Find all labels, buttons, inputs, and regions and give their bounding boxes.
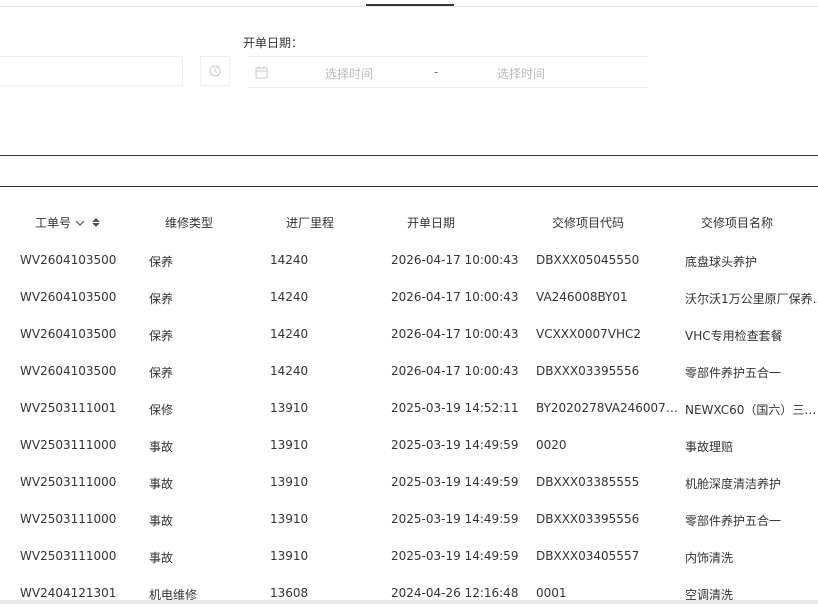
cell-item-code: DBXXX05045550 [536,253,640,267]
header-mileage: 进厂里程 [286,216,335,230]
table-top-border [0,186,818,187]
cell-item-name: NEWXC60（国六）三年... [685,403,818,417]
header-item-name: 交修项目名称 [701,216,774,230]
cell-repair-type: 事故 [149,551,174,565]
cell-repair-type: 保养 [149,329,174,343]
header-item-code: 交修项目代码 [552,216,625,230]
cell-order-no: WV2503111000 [20,549,117,563]
header-order-no[interactable]: 工单号 [35,214,101,231]
calendar-icon [255,66,268,79]
cell-order-no: WV2604103500 [20,364,117,378]
open-date-range-picker[interactable]: 选择时间 - 选择时间 [248,56,648,88]
cell-item-name: 底盘球头养护 [685,255,758,269]
date-start-input[interactable]: 选择时间 [325,65,373,82]
table-row[interactable]: WV2503111001 保修 13910 2025-03-19 14:52:11 BY… [0,390,818,427]
cell-mileage: 13910 [270,475,309,489]
cell-order-no: WV2503111000 [20,475,117,489]
cell-item-code: 0001 [536,586,567,600]
cell-repair-type: 事故 [149,514,174,528]
cell-mileage: 14240 [270,253,309,267]
cell-mileage: 14240 [270,364,309,378]
cell-open-date: 2025-03-19 14:49:59 [391,475,519,489]
cell-item-name: VHC专用检查套餐 [685,329,783,343]
cell-item-name: 零部件养护五合一 [685,366,782,380]
header-repair-type: 维修类型 [165,216,214,230]
cell-item-name: 沃尔沃1万公里原厂保养... [685,292,818,306]
cell-mileage: 13910 [270,438,309,452]
cell-order-no: WV2503111001 [20,401,117,415]
cell-mileage: 14240 [270,290,309,304]
cell-item-name: 零部件养护五合一 [685,514,782,528]
cell-order-no: WV2503111000 [20,438,117,452]
chevron-down-icon[interactable] [75,219,85,227]
cell-repair-type: 保养 [149,292,174,306]
cell-order-no: WV2604103500 [20,327,117,341]
cell-mileage: 14240 [270,327,309,341]
cell-item-name: 事故理赔 [685,440,734,454]
section-divider [0,155,818,156]
cell-repair-type: 保养 [149,366,174,380]
cell-order-no: WV2604103500 [20,253,117,267]
table-row[interactable]: WV2604103500 保养 14240 2026-04-17 10:00:43 DB… [0,242,818,279]
cell-mileage: 13608 [270,586,309,600]
date-end-input[interactable]: 选择时间 [497,65,545,82]
table-row[interactable]: WV2404121301 机电维修 13608 2024-04-26 12:16:48… [0,575,818,612]
active-tab-indicator [366,4,454,6]
cell-open-date: 2025-03-19 14:49:59 [391,549,519,563]
cell-open-date: 2026-04-17 10:00:43 [391,253,519,267]
time-picker-button[interactable] [200,56,230,86]
cell-repair-type: 事故 [149,440,174,454]
cell-mileage: 13910 [270,549,309,563]
open-date-label: 开单日期： [243,36,304,50]
table-row[interactable]: WV2503111000 事故 13910 2025-03-19 14:49:59 00… [0,427,818,464]
cell-mileage: 13910 [270,512,309,526]
table-row[interactable]: WV2604103500 保养 14240 2026-04-17 10:00:43 VA… [0,279,818,316]
cell-mileage: 13910 [270,401,309,415]
cell-item-code: DBXXX03395556 [536,512,640,526]
header-open-date: 开单日期 [407,216,456,230]
table-row[interactable]: WV2604103500 保养 14240 2026-04-17 10:00:43 DB… [0,353,818,390]
cell-item-code: 0020 [536,438,567,452]
table-row[interactable]: WV2604103500 保养 14240 2026-04-17 10:00:43 VC… [0,316,818,353]
cell-open-date: 2024-04-26 12:16:48 [391,586,519,600]
cell-open-date: 2026-04-17 10:00:43 [391,364,519,378]
time-input[interactable] [0,56,183,86]
cell-item-code: DBXXX03395556 [536,364,640,378]
cell-open-date: 2026-04-17 10:00:43 [391,290,519,304]
cell-open-date: 2025-03-19 14:49:59 [391,512,519,526]
cell-open-date: 2026-04-17 10:00:43 [391,327,519,341]
table-header: 工单号 维修类型 进厂里程 开单日期 交修项目代码 交修项目名称 [0,208,818,234]
cell-item-code: VA246008BY01 [536,290,628,304]
cell-item-code: DBXXX03385555 [536,475,640,489]
cell-repair-type: 事故 [149,477,174,491]
cell-item-code: BY2020278VA2460077M... [536,401,678,415]
cell-item-name: 机舱深度清洁养护 [685,477,782,491]
table-row[interactable]: WV2503111000 事故 13910 2025-03-19 14:49:59 DB… [0,464,818,501]
table-row[interactable]: WV2503111000 事故 13910 2025-03-19 14:49:59 DB… [0,538,818,575]
table-row[interactable]: WV2503111000 事故 13910 2025-03-19 14:49:59 DB… [0,501,818,538]
date-range-separator: - [434,65,439,79]
cell-item-code: VCXXX0007VHC2 [536,327,642,341]
cell-open-date: 2025-03-19 14:52:11 [391,401,519,415]
cell-order-no: WV2604103500 [20,290,117,304]
top-divider [0,6,818,7]
sort-icon[interactable] [92,218,101,227]
cell-item-code: DBXXX03405557 [536,549,640,563]
cell-repair-type: 保修 [149,403,174,417]
cell-open-date: 2025-03-19 14:49:59 [391,438,519,452]
horizontal-scrollbar[interactable] [0,600,818,604]
cell-order-no: WV2503111000 [20,512,117,526]
cell-item-name: 内饰清洗 [685,551,734,565]
cell-repair-type: 保养 [149,255,174,269]
clock-icon [209,65,221,77]
cell-order-no: WV2404121301 [20,586,117,600]
